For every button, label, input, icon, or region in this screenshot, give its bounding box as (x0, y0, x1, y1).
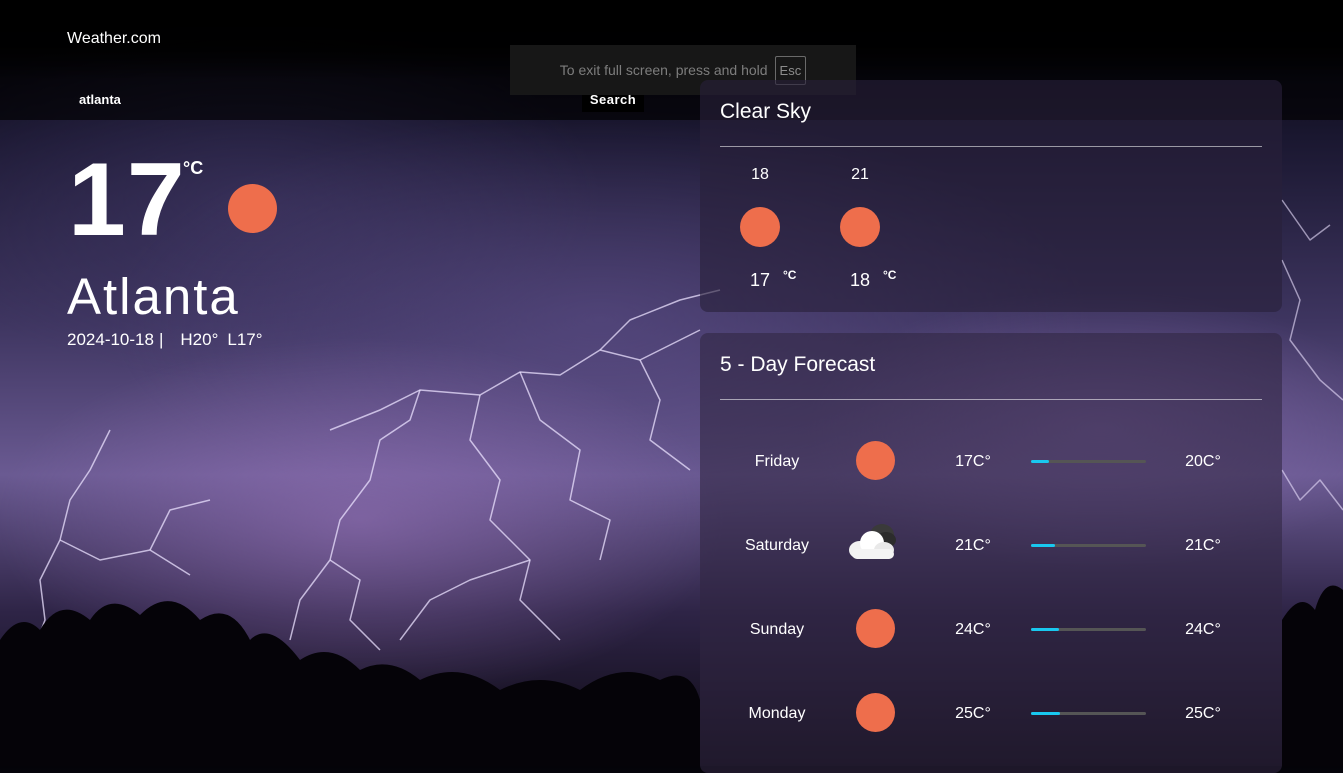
meta-separator: | (158, 330, 164, 349)
forecast-row: Friday 17C° 20C° (700, 441, 1282, 481)
hourly-unit: °C (783, 268, 797, 282)
hourly-item: 21 18 °C (830, 166, 896, 296)
forecast-row: Sunday 24C° 24C° (700, 609, 1282, 649)
current-temperature: 17 (68, 142, 186, 258)
fullscreen-notice-text: To exit full screen, press and hold (559, 62, 768, 78)
sun-icon (856, 693, 895, 732)
temperature-range-fill (1031, 460, 1050, 463)
temperature-range-fill (1031, 544, 1056, 547)
hourly-forecast-card: Clear Sky 18 17 °C 21 18 °C (700, 80, 1282, 312)
forecast-low: 21C° (955, 537, 991, 554)
current-date: 2024-10-18 (67, 330, 154, 349)
divider (720, 146, 1262, 147)
current-high: H20° (180, 330, 219, 349)
forecast-title: 5 - Day Forecast (720, 353, 876, 376)
temperature-range-bar (1031, 712, 1146, 715)
city-name: Atlanta (67, 268, 240, 325)
forecast-low: 17C° (955, 453, 991, 470)
cloud-icon (849, 524, 896, 559)
sun-icon (856, 441, 895, 480)
forecast-high: 20C° (1185, 453, 1221, 470)
current-meta: 2024-10-18 | H20° L17° (67, 330, 263, 350)
forecast-high: 24C° (1185, 621, 1221, 638)
sun-icon (740, 207, 780, 247)
five-day-forecast-card: 5 - Day Forecast Friday 17C° 20C° Saturd… (700, 333, 1282, 773)
forecast-high: 21C° (1185, 537, 1221, 554)
sun-icon (228, 184, 277, 233)
hourly-item: 18 17 °C (730, 166, 796, 296)
forecast-day: Monday (748, 705, 806, 722)
temperature-range-bar (1031, 460, 1146, 463)
sun-icon (840, 207, 880, 247)
temperature-range-fill (1031, 628, 1059, 631)
forecast-row: Saturday 21C° 21C° (700, 524, 1282, 565)
forecast-day: Sunday (749, 621, 805, 638)
hourly-temp: 17 (750, 270, 771, 290)
forecast-day: Saturday (744, 537, 810, 554)
forecast-day: Friday (754, 453, 800, 470)
sun-icon (856, 609, 895, 648)
current-temperature-unit: °C (183, 158, 204, 178)
brand-logo[interactable]: Weather.com (67, 30, 161, 48)
temperature-range-bar (1031, 628, 1146, 631)
forecast-high: 25C° (1185, 705, 1221, 722)
hourly-time: 21 (851, 166, 869, 183)
hourly-title: Clear Sky (720, 100, 812, 123)
hourly-time: 18 (751, 166, 769, 183)
hourly-temp: 18 (850, 270, 871, 290)
forecast-low: 25C° (955, 705, 991, 722)
hourly-unit: °C (883, 268, 897, 282)
divider (720, 399, 1262, 400)
current-low: L17° (227, 330, 263, 349)
search-input[interactable] (67, 86, 391, 112)
temperature-range-fill (1031, 712, 1060, 715)
temperature-range-bar (1031, 544, 1146, 547)
forecast-row: Monday 25C° 25C° (700, 693, 1282, 733)
forecast-low: 24C° (955, 621, 991, 638)
